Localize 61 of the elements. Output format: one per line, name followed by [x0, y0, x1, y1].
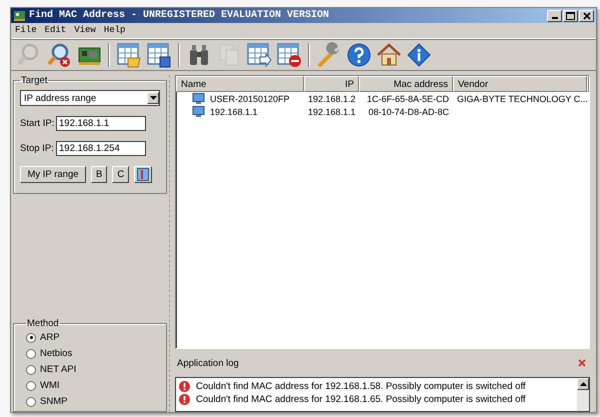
mode-dropdown[interactable]: IP address range	[20, 90, 160, 106]
device-name: 192.168.1.1	[210, 106, 258, 116]
maximize-icon	[566, 12, 575, 20]
mac-cell-text: 1C-6F-65-8A-5E-CD	[366, 94, 450, 104]
error-icon	[179, 394, 190, 405]
device-name: USER-20150120FP	[210, 94, 290, 104]
log-message: Couldn't find MAC address for 192.168.1.58. Possibly computer is switched off	[196, 381, 526, 392]
ip-cell-text: 192.168.1.2	[307, 94, 357, 104]
field-label: Start IP:	[20, 118, 52, 129]
table-remove-tool-button[interactable]	[275, 41, 303, 69]
vendor-cell-text: GIGA-BYTE TECHNOLOGY C...	[456, 94, 587, 104]
scroll-up-button[interactable]	[577, 378, 589, 390]
scrollbar[interactable]	[577, 378, 589, 411]
column-header[interactable]: IP	[304, 76, 359, 92]
mac-cell-text: 08-10-74-D8-AD-8C	[367, 106, 450, 116]
network-card-icon	[13, 10, 26, 21]
start-ip-field[interactable]: 192.168.1.1	[56, 116, 146, 131]
menu-item[interactable]: Help	[104, 25, 126, 38]
column-header[interactable]: Name	[176, 76, 304, 92]
dropdown-caret-icon	[150, 96, 156, 100]
method-radio[interactable]: SNMP	[26, 394, 160, 409]
maximize-button[interactable]	[563, 10, 578, 22]
range-tool-button[interactable]	[134, 166, 152, 183]
range-button[interactable]: My IP range	[20, 166, 86, 183]
radio-circle[interactable]	[26, 364, 36, 374]
table-export-tool-button[interactable]	[245, 41, 273, 69]
table-save-tool-button[interactable]	[145, 41, 173, 69]
table-open-tool-button[interactable]	[115, 41, 143, 69]
log-title: Application log	[177, 358, 239, 368]
method-radio[interactable]: ARP	[26, 330, 160, 345]
computer-icon	[192, 92, 205, 104]
method-radio[interactable]: WMI	[26, 378, 160, 393]
radio-circle[interactable]	[26, 332, 36, 342]
minimize-button[interactable]	[547, 10, 562, 22]
field-label: Stop IP:	[20, 143, 52, 154]
range-button[interactable]: B	[91, 166, 108, 183]
close-icon	[582, 12, 590, 20]
group-title: Target	[20, 75, 48, 86]
menu-item[interactable]: Edit	[44, 25, 66, 38]
radio-circle[interactable]	[26, 380, 36, 390]
stop-ip-field[interactable]: 192.168.1.254	[56, 141, 146, 156]
column-header[interactable]: Vendor	[453, 76, 587, 92]
column-header[interactable]: Mac address	[359, 76, 453, 92]
ip-cell-text: 192.168.1.1	[307, 106, 357, 116]
window-title: Find MAC Address - UNREGISTERED EVALUATION VERSION	[29, 10, 330, 21]
computer-icon	[192, 106, 205, 118]
search-stop-tool-button[interactable]	[45, 41, 73, 69]
menu-item[interactable]: File	[15, 25, 37, 38]
method-radio[interactable]: NET API	[26, 362, 160, 377]
error-icon	[179, 381, 190, 392]
radio-circle[interactable]	[26, 396, 36, 406]
range-button[interactable]: C	[112, 166, 130, 183]
radio-circle[interactable]	[26, 348, 36, 358]
menu-item[interactable]: View	[74, 25, 96, 38]
info-tool-button[interactable]	[405, 41, 433, 69]
help-tool-button[interactable]	[345, 41, 373, 69]
method-radio[interactable]: Netbios	[26, 346, 160, 361]
minimize-icon	[552, 17, 558, 19]
up-arrow-icon	[580, 382, 586, 386]
group-title: Method	[26, 318, 60, 329]
log-message: Couldn't find MAC address for 192.168.1.65. Possibly computer is switched off	[196, 394, 526, 405]
